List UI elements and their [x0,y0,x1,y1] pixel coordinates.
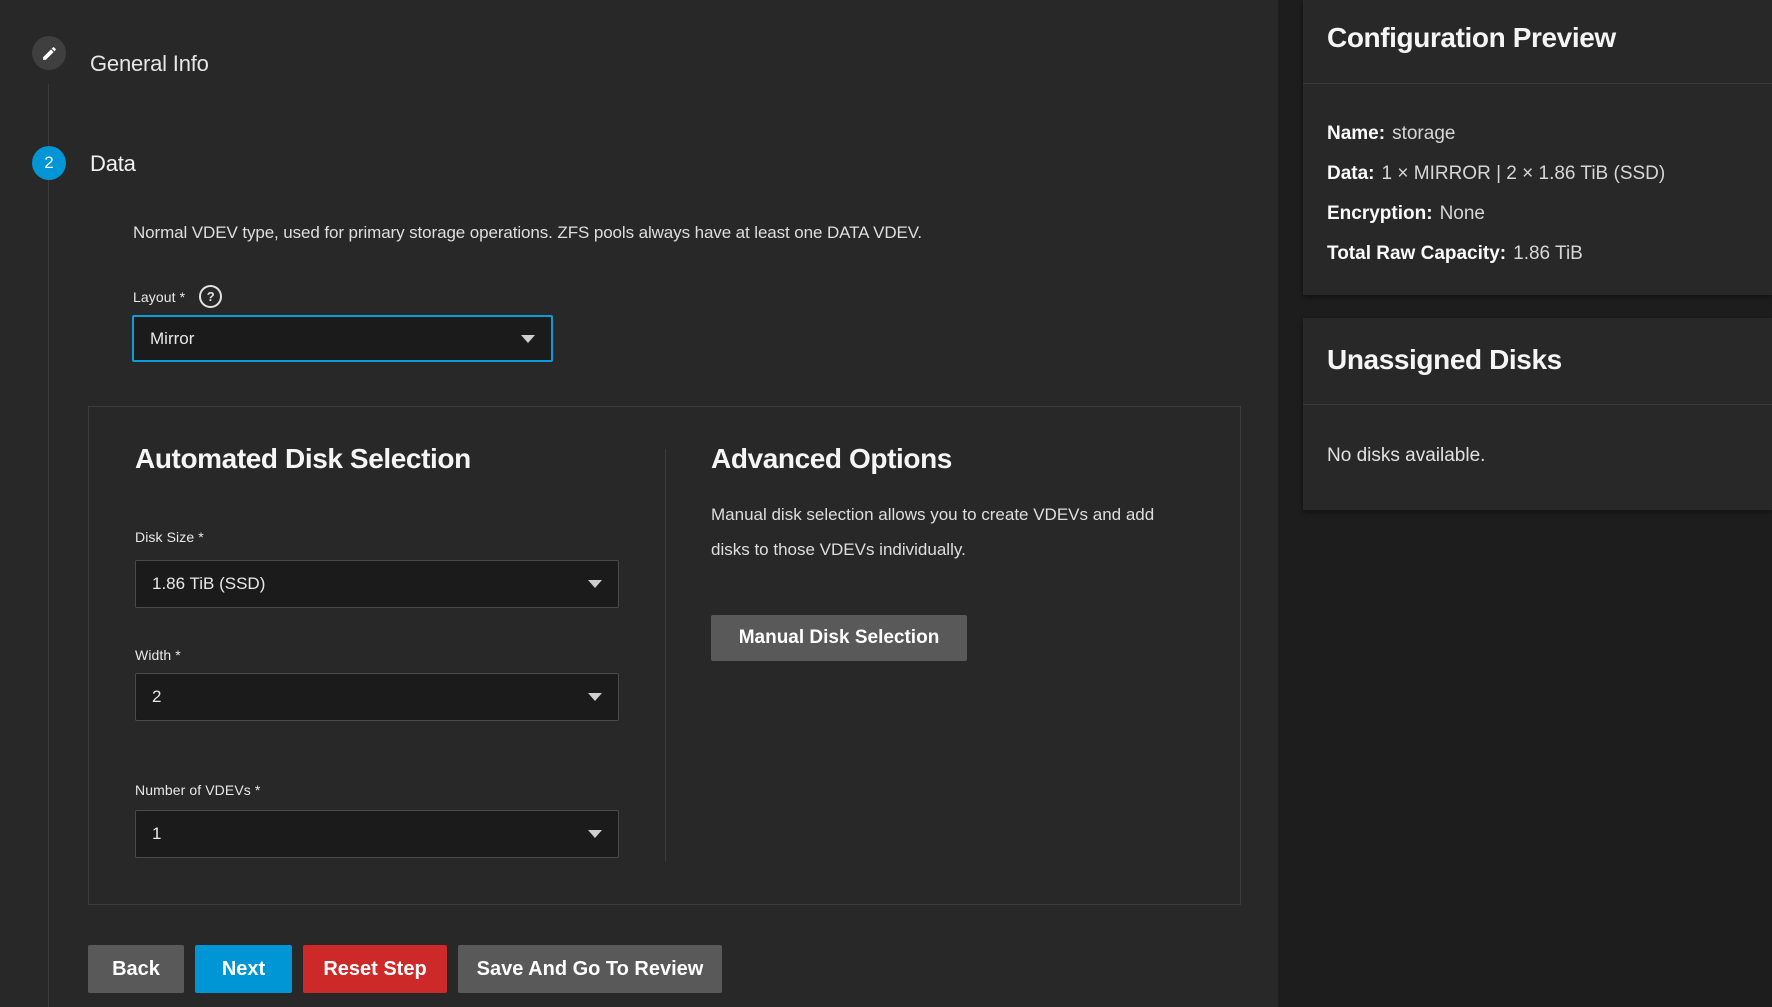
chevron-down-icon [521,335,535,343]
pencil-icon [41,45,58,62]
configuration-preview-header: Configuration Preview [1303,0,1772,84]
unassigned-disks-card: Unassigned Disks No disks available. [1303,318,1772,510]
column-divider [665,449,666,862]
preview-name-label: Name: [1327,123,1385,144]
disk-size-select[interactable]: 1.86 TiB (SSD) [135,560,619,608]
stepper-connector-line [48,84,49,1007]
width-label: Width * [135,647,181,663]
wizard-main-panel: General Info 2 Data Normal VDEV type, us… [0,0,1278,1007]
step-2-number: 2 [44,153,53,173]
number-of-vdevs-label: Number of VDEVs * [135,782,260,798]
back-button[interactable]: Back [88,945,184,993]
layout-label: Layout * [133,289,185,305]
preview-encryption-value: None [1440,203,1485,224]
layout-field-header: Layout * ? [133,285,222,308]
pool-creation-wizard: { "theme": { "accent": "#0095d5", "dange… [0,0,1772,1007]
width-select[interactable]: 2 [135,673,619,721]
number-of-vdevs-select[interactable]: 1 [135,810,619,858]
preview-name-value: storage [1392,123,1455,144]
chevron-down-icon [588,580,602,588]
unassigned-disks-header: Unassigned Disks [1303,318,1772,405]
chevron-down-icon [588,693,602,701]
number-of-vdevs-value: 1 [152,824,161,844]
configuration-preview-card: Configuration Preview Name: storage Data:… [1303,0,1772,295]
preview-row-capacity: Total Raw Capacity: 1.86 TiB [1327,234,1748,274]
preview-row-encryption: Encryption: None [1327,194,1748,234]
disk-selection-card: Automated Disk Selection Disk Size * 1.8… [88,406,1241,905]
preview-row-data: Data: 1 × MIRROR | 2 × 1.86 TiB (SSD) [1327,154,1748,194]
preview-capacity-label: Total Raw Capacity: [1327,243,1506,264]
layout-select-value: Mirror [150,329,194,349]
advanced-options-description: Manual disk selection allows you to crea… [711,497,1181,567]
disk-size-label: Disk Size * [135,529,204,545]
configuration-preview-title: Configuration Preview [1327,22,1748,54]
right-sidebar: Configuration Preview Name: storage Data:… [1278,0,1772,1007]
help-icon[interactable]: ? [199,285,222,308]
configuration-preview-rows: Name: storage Data: 1 × MIRROR | 2 × 1.86 … [1303,84,1772,274]
advanced-options-title: Advanced Options [711,443,952,475]
step-1-label[interactable]: General Info [90,51,209,77]
step-1-indicator[interactable] [32,36,66,70]
step-2-indicator[interactable]: 2 [32,146,66,180]
manual-disk-selection-button[interactable]: Manual Disk Selection [711,615,967,661]
preview-encryption-label: Encryption: [1327,203,1433,224]
reset-step-button[interactable]: Reset Step [303,945,447,993]
chevron-down-icon [588,830,602,838]
automated-disk-selection-title: Automated Disk Selection [135,443,471,475]
data-vdev-description: Normal VDEV type, used for primary stora… [133,223,922,243]
preview-capacity-value: 1.86 TiB [1513,243,1583,264]
no-disks-message: No disks available. [1303,405,1772,467]
disk-size-value: 1.86 TiB (SSD) [152,574,265,594]
next-button[interactable]: Next [195,945,292,993]
width-value: 2 [152,687,161,707]
preview-row-name: Name: storage [1327,114,1748,154]
unassigned-disks-title: Unassigned Disks [1327,344,1748,376]
preview-data-value: 1 × MIRROR | 2 × 1.86 TiB (SSD) [1382,163,1666,184]
save-and-go-to-review-button[interactable]: Save And Go To Review [458,945,722,993]
layout-select[interactable]: Mirror [132,315,553,362]
step-2-label[interactable]: Data [90,151,136,177]
preview-data-label: Data: [1327,163,1375,184]
